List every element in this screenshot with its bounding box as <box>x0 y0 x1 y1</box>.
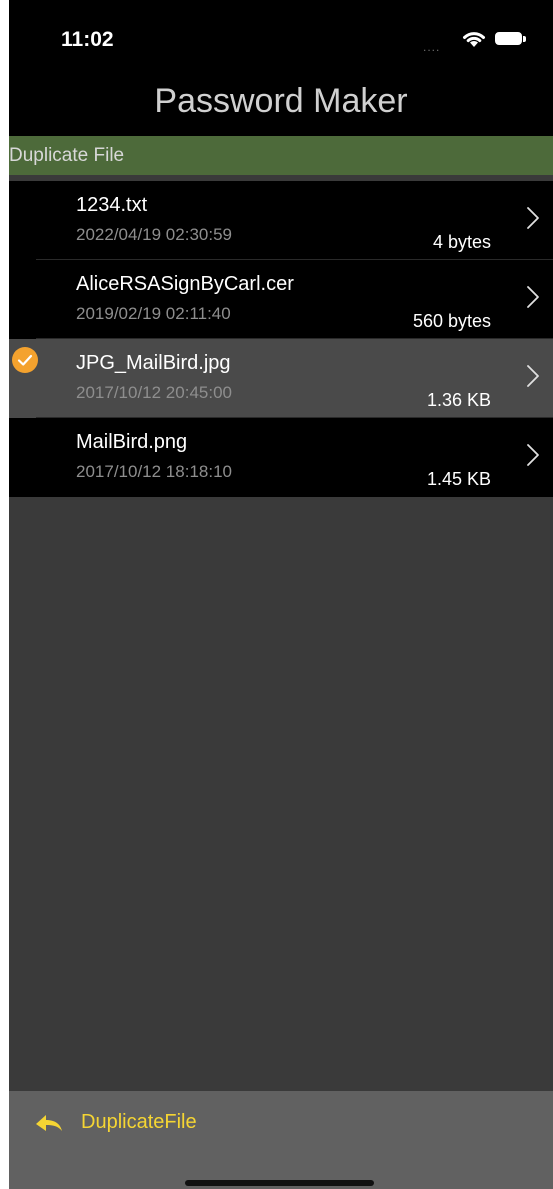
chevron-right-icon[interactable] <box>525 442 541 468</box>
file-row[interactable]: AliceRSASignByCarl.cer 2019/02/19 02:11:4… <box>9 260 553 339</box>
back-arrow-icon[interactable] <box>34 1112 64 1134</box>
file-row[interactable]: MailBird.png 2017/10/12 18:18:10 1.45 KB <box>9 418 553 497</box>
file-size: 4 bytes <box>432 232 491 252</box>
chevron-right-icon[interactable] <box>525 284 541 310</box>
status-time: 11:02 <box>61 28 114 51</box>
file-size: 1.36 KB <box>426 390 491 410</box>
checkmark-icon[interactable] <box>12 347 38 373</box>
page-title: Password Maker <box>154 82 408 120</box>
duplicate-file-back-button[interactable]: DuplicateFile <box>81 1111 197 1134</box>
wifi-icon <box>463 32 485 47</box>
bottom-toolbar: DuplicateFile <box>9 1091 553 1189</box>
battery-icon <box>495 32 522 45</box>
phone-screen: 11:02 .... Password Maker Duplicate File… <box>9 0 553 1189</box>
file-date: 2022/04/19 02:30:59 <box>76 225 232 244</box>
section-header: Duplicate File <box>9 136 553 175</box>
file-size: 560 bytes <box>412 311 491 331</box>
battery-cap <box>523 36 526 42</box>
file-date: 2017/10/12 20:45:00 <box>76 383 232 402</box>
navigation-bar: Password Maker <box>9 74 553 136</box>
file-row[interactable]: JPG_MailBird.jpg 2017/10/12 20:45:00 1.36 … <box>9 339 553 418</box>
home-indicator <box>185 1180 374 1186</box>
file-name: AliceRSASignByCarl.cer <box>76 273 294 295</box>
cellular-signal-indicator: .... <box>423 40 441 54</box>
file-name: MailBird.png <box>76 431 188 453</box>
file-name: 1234.txt <box>76 194 148 216</box>
file-date: 2017/10/12 18:18:10 <box>76 462 232 481</box>
file-date: 2019/02/19 02:11:40 <box>76 304 231 323</box>
status-bar: 11:02 .... <box>9 0 553 74</box>
chevron-right-icon[interactable] <box>525 363 541 389</box>
file-name: JPG_MailBird.jpg <box>76 352 231 374</box>
chevron-right-icon[interactable] <box>525 205 541 231</box>
section-title: Duplicate File <box>9 145 125 166</box>
file-row[interactable]: 1234.txt 2022/04/19 02:30:59 4 bytes <box>9 181 553 260</box>
file-size: 1.45 KB <box>426 469 491 489</box>
